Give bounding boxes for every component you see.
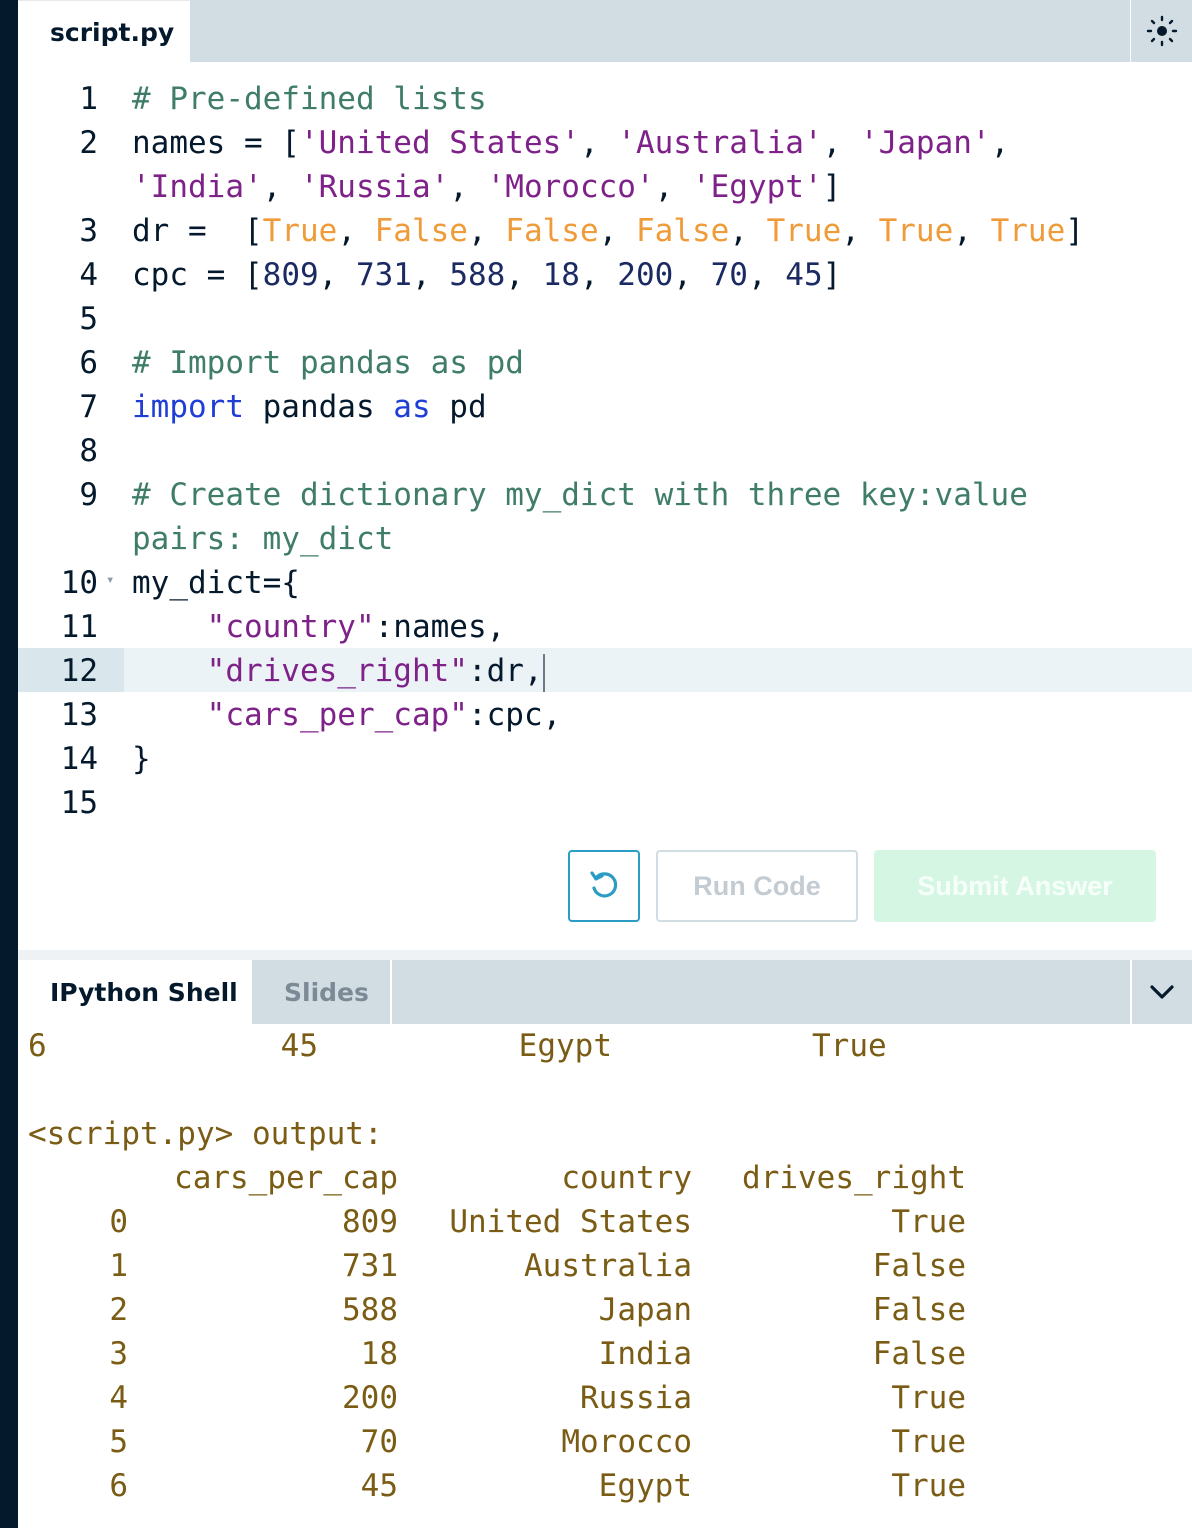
line-number: 7 — [79, 389, 98, 425]
fold-arrow-icon[interactable]: ▾ — [106, 572, 114, 588]
code-line-12: "drives_right":dr, — [132, 649, 545, 693]
table-cell: 809 — [342, 1204, 398, 1240]
table-cell: Morocco — [561, 1424, 692, 1460]
column-header: cars_per_cap — [174, 1160, 398, 1196]
line-number: 11 — [60, 609, 98, 645]
prev-row-index: 6 — [28, 1028, 47, 1064]
tab-slides[interactable]: Slides — [250, 960, 392, 1024]
ipython-shell-output[interactable]: 6 45 Egypt True <script.py> output: cars… — [18, 1024, 1192, 1528]
submit-answer-button[interactable]: Submit Answer — [874, 850, 1156, 922]
code-line-7: import pandas as pd — [132, 389, 487, 425]
reset-icon — [590, 871, 618, 898]
table-cell: False — [872, 1336, 966, 1372]
table-cell: Australia — [524, 1248, 692, 1284]
table-cell: True — [891, 1468, 966, 1504]
line-number: 2 — [79, 125, 98, 161]
output-label: <script.py> output: — [28, 1116, 383, 1152]
line-number: 14 — [60, 741, 98, 777]
left-rail — [0, 0, 18, 1528]
table-cell: False — [872, 1248, 966, 1284]
code-line-2: names = ['United States', 'Australia', '… — [132, 125, 1010, 161]
row-index: 3 — [109, 1336, 128, 1372]
prev-row-country: Egypt — [518, 1028, 612, 1064]
table-cell: India — [598, 1336, 692, 1372]
table-cell: Egypt — [598, 1468, 692, 1504]
table-cell: Russia — [580, 1380, 692, 1416]
row-index: 1 — [109, 1248, 128, 1284]
table-cell: True — [891, 1380, 966, 1416]
line-number: 1 — [79, 81, 98, 117]
line-number: 10 — [60, 565, 98, 601]
table-cell: 70 — [360, 1424, 398, 1460]
tab-script-py[interactable]: script.py — [18, 0, 190, 62]
tab-label: script.py — [50, 18, 175, 47]
table-cell: 588 — [342, 1292, 398, 1328]
sun-icon — [1146, 15, 1177, 47]
code-line-10: my_dict={ — [132, 565, 300, 601]
table-cell: 200 — [342, 1380, 398, 1416]
line-number: 5 — [79, 301, 98, 337]
code-line-6: # Import pandas as pd — [132, 345, 524, 381]
table-cell: True — [891, 1204, 966, 1240]
collapse-shell-button[interactable] — [1130, 960, 1192, 1024]
line-number: 8 — [79, 433, 98, 469]
code-line-14: } — [132, 741, 151, 777]
reset-button[interactable] — [568, 850, 640, 922]
line-number: 12 — [60, 653, 98, 689]
code-line-3: dr = [True, False, False, False, True, T… — [132, 213, 1084, 249]
row-index: 2 — [109, 1292, 128, 1328]
tab-label: Slides — [284, 978, 369, 1007]
editor-tab-bar: script.py — [18, 0, 1192, 62]
column-header: country — [561, 1160, 692, 1196]
prev-row-cars: 45 — [280, 1028, 318, 1064]
shell-tab-bar: IPython Shell Slides — [18, 960, 1192, 1024]
tab-label: IPython Shell — [50, 978, 238, 1007]
table-cell: United States — [449, 1204, 692, 1240]
table-cell: 45 — [360, 1468, 398, 1504]
row-index: 5 — [109, 1424, 128, 1460]
tab-ipython-shell[interactable]: IPython Shell — [18, 960, 250, 1024]
line-number: 6 — [79, 345, 98, 381]
code-line-11: "country":names, — [206, 609, 506, 645]
text-cursor — [542, 653, 545, 692]
table-cell: False — [872, 1292, 966, 1328]
row-index: 0 — [109, 1204, 128, 1240]
run-code-button[interactable]: Run Code — [656, 850, 858, 922]
code-line-2-wrap: 'India', 'Russia', 'Morocco', 'Egypt'] — [132, 169, 842, 205]
chevron-down-icon — [1150, 985, 1174, 999]
code-line-9-wrap: pairs: my_dict — [132, 521, 394, 557]
table-cell: 18 — [360, 1336, 398, 1372]
row-index: 6 — [109, 1468, 128, 1504]
table-cell: 731 — [342, 1248, 398, 1284]
column-header: drives_right — [742, 1160, 966, 1196]
theme-toggle-button[interactable] — [1130, 0, 1192, 62]
table-cell: True — [891, 1424, 966, 1460]
table-cell: Japan — [598, 1292, 692, 1328]
code-line-9: # Create dictionary my_dict with three k… — [132, 477, 1028, 513]
line-number: 4 — [79, 257, 98, 293]
line-number: 15 — [60, 785, 98, 821]
pane-divider[interactable] — [18, 950, 1192, 960]
line-number: 13 — [60, 697, 98, 733]
prev-row-drives: True — [812, 1028, 887, 1064]
code-editor[interactable]: 1 2 3 4 5 6 7 8 9 10 11 12 13 14 15 ▾ # … — [18, 62, 1192, 950]
code-line-4: cpc = [809, 731, 588, 18, 200, 70, 45] — [132, 257, 842, 293]
line-number: 3 — [79, 213, 98, 249]
row-index: 4 — [109, 1380, 128, 1416]
line-number: 9 — [79, 477, 98, 513]
code-line-13: "cars_per_cap":cpc, — [206, 697, 562, 733]
code-line-1: # Pre-defined lists — [132, 81, 487, 117]
